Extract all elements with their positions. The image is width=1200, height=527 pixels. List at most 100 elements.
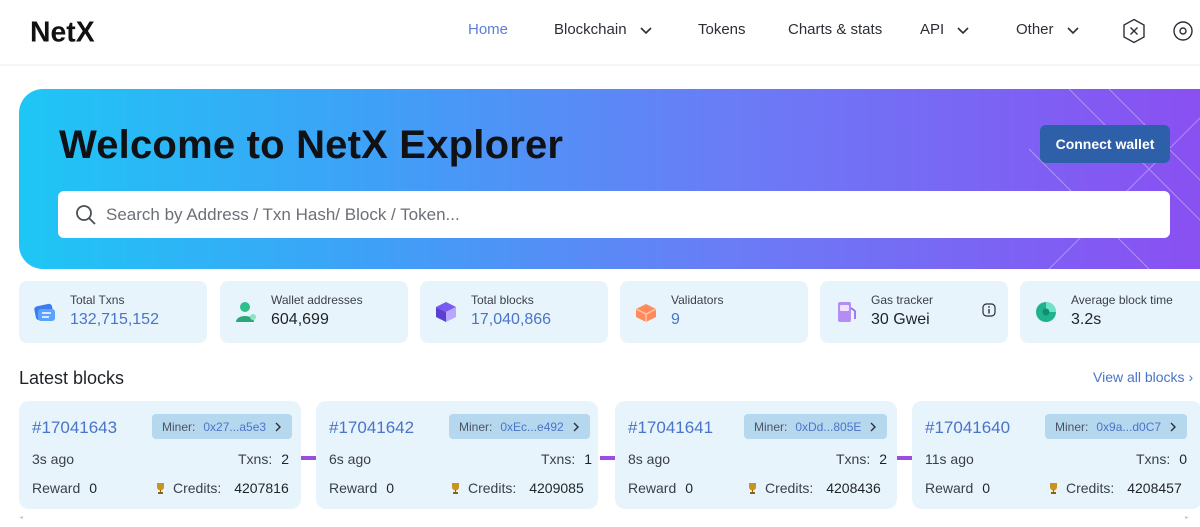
top-header: NetX Home Blockchain Tokens Charts & sta…: [0, 0, 1200, 64]
txns-value: 1: [584, 451, 593, 467]
block-credits: Credits: 4207816: [154, 480, 289, 496]
search-bar[interactable]: [58, 191, 1170, 238]
hexagon-x-icon[interactable]: [1121, 18, 1147, 44]
stat-label: Gas tracker: [871, 293, 934, 307]
decorative-lines: [1029, 89, 1200, 269]
miner-address: 0x27...a5e3: [203, 419, 267, 434]
nav-charts-stats[interactable]: Charts & stats: [788, 21, 882, 38]
horizontal-scrollbar[interactable]: [19, 516, 1189, 519]
stat-label: Validators: [671, 293, 724, 307]
stat-value: 3.2s: [1071, 311, 1102, 328]
stat-label: Total Txns: [70, 293, 125, 307]
miner-label: Miner:: [162, 419, 196, 434]
nav-other[interactable]: Other: [1016, 21, 1080, 38]
miner-label: Miner:: [1055, 419, 1089, 434]
block-txns: Txns: 0: [1136, 451, 1187, 467]
latest-blocks-heading: Latest blocks: [19, 368, 125, 388]
page-title: Welcome to NetX Explorer: [59, 123, 564, 167]
wallet-user-icon: [236, 302, 256, 322]
credits-label: Credits:: [173, 480, 222, 496]
block-txns: Txns: 2: [238, 451, 289, 467]
chain-connector: [897, 456, 913, 460]
info-icon[interactable]: [982, 303, 996, 317]
miner-badge[interactable]: Miner: 0xDd...805E: [744, 414, 888, 439]
trophy-icon: [157, 482, 164, 494]
validators-icon: [635, 304, 657, 322]
miner-badge[interactable]: Miner: 0x27...a5e3: [152, 414, 293, 439]
block-card: #17041643 Miner: 0x27...a5e3 3s ago Txns…: [19, 401, 301, 509]
chevron-down-icon: [639, 26, 652, 34]
nav-blockchain[interactable]: Blockchain: [554, 21, 653, 38]
miner-address: 0xEc...e492: [500, 419, 564, 434]
stat-label: Wallet addresses: [271, 293, 363, 307]
credits-value: 4208436: [826, 480, 881, 496]
block-age: 3s ago: [32, 451, 75, 467]
settings-icon[interactable]: [1170, 18, 1196, 44]
trophy-icon: [452, 482, 459, 494]
main-nav: Home Blockchain Tokens Charts & stats AP…: [0, 0, 1200, 64]
nav-other-label: Other: [1016, 21, 1054, 38]
view-all-blocks-link[interactable]: View all blocks ›: [1093, 369, 1193, 385]
reward-value: 0: [982, 480, 991, 496]
block-number-link[interactable]: #17041643: [32, 418, 117, 438]
credits-label: Credits:: [765, 480, 814, 496]
block-card: #17041642 Miner: 0xEc...e492 6s ago Txns…: [316, 401, 598, 509]
reward-value: 0: [89, 480, 98, 496]
chain-connector: [301, 456, 317, 460]
stat-value[interactable]: 17,040,866: [471, 311, 551, 329]
txns-label: Txns:: [1136, 451, 1171, 467]
stat-average-block-time: Average block time 3.2s: [1020, 281, 1200, 343]
block-number-link[interactable]: #17041641: [628, 418, 713, 438]
nav-blockchain-label: Blockchain: [554, 21, 627, 38]
search-icon: [76, 205, 96, 225]
miner-label: Miner:: [754, 419, 788, 434]
search-input[interactable]: [106, 191, 1156, 238]
credits-value: 4208457: [1127, 480, 1182, 496]
block-txns: Txns: 2: [836, 451, 887, 467]
block-credits: Credits: 4208457: [1047, 480, 1182, 496]
view-all-label: View all blocks: [1093, 369, 1185, 385]
block-age: 11s ago: [925, 451, 974, 467]
miner-badge[interactable]: Miner: 0xEc...e492: [449, 414, 590, 439]
reward-label: Reward: [32, 480, 81, 496]
reward-label: Reward: [925, 480, 974, 496]
miner-address: 0xDd...805E: [795, 419, 862, 434]
credits-value: 4209085: [529, 480, 584, 496]
stat-value: 30 Gwei: [871, 311, 930, 328]
chevron-right-icon: [1170, 422, 1177, 431]
stat-validators: Validators 9: [620, 281, 808, 343]
nav-home[interactable]: Home: [468, 21, 508, 38]
block-credits: Credits: 4209085: [449, 480, 584, 496]
block-reward: Reward 0: [32, 480, 97, 496]
clock-icon: [1036, 302, 1056, 322]
stat-value[interactable]: 132,715,152: [70, 311, 159, 329]
reward-label: Reward: [628, 480, 677, 496]
reward-label: Reward: [329, 480, 378, 496]
chevron-right-icon: [573, 422, 579, 431]
block-number-link[interactable]: #17041642: [329, 418, 414, 438]
nav-api[interactable]: API: [920, 21, 970, 38]
block-age: 6s ago: [329, 451, 372, 467]
block-age: 8s ago: [628, 451, 671, 467]
txns-label: Txns:: [238, 451, 273, 467]
nav-tokens-label: Tokens: [698, 21, 746, 38]
reward-value: 0: [685, 480, 694, 496]
txns-value: 2: [281, 451, 290, 467]
block-credits: Credits: 4208436: [746, 480, 881, 496]
txns-value: 2: [879, 451, 888, 467]
block-reward: Reward 0: [925, 480, 990, 496]
transactions-icon: [34, 303, 55, 321]
credits-label: Credits:: [1066, 480, 1115, 496]
nav-tokens[interactable]: Tokens: [698, 21, 746, 38]
block-number-link[interactable]: #17041640: [925, 418, 1010, 438]
miner-label: Miner:: [459, 419, 493, 434]
nav-home-label: Home: [468, 21, 509, 38]
connect-wallet-button[interactable]: Connect wallet: [1040, 125, 1170, 163]
chain-connector: [600, 456, 616, 460]
block-txns: Txns: 1: [541, 451, 592, 467]
credits-label: Credits:: [468, 480, 517, 496]
stat-total-txns: Total Txns 132,715,152: [19, 281, 207, 343]
miner-badge[interactable]: Miner: 0x9a...d0C7: [1045, 414, 1188, 439]
blocks-icon: [436, 302, 456, 322]
stat-value[interactable]: 9: [671, 311, 680, 329]
